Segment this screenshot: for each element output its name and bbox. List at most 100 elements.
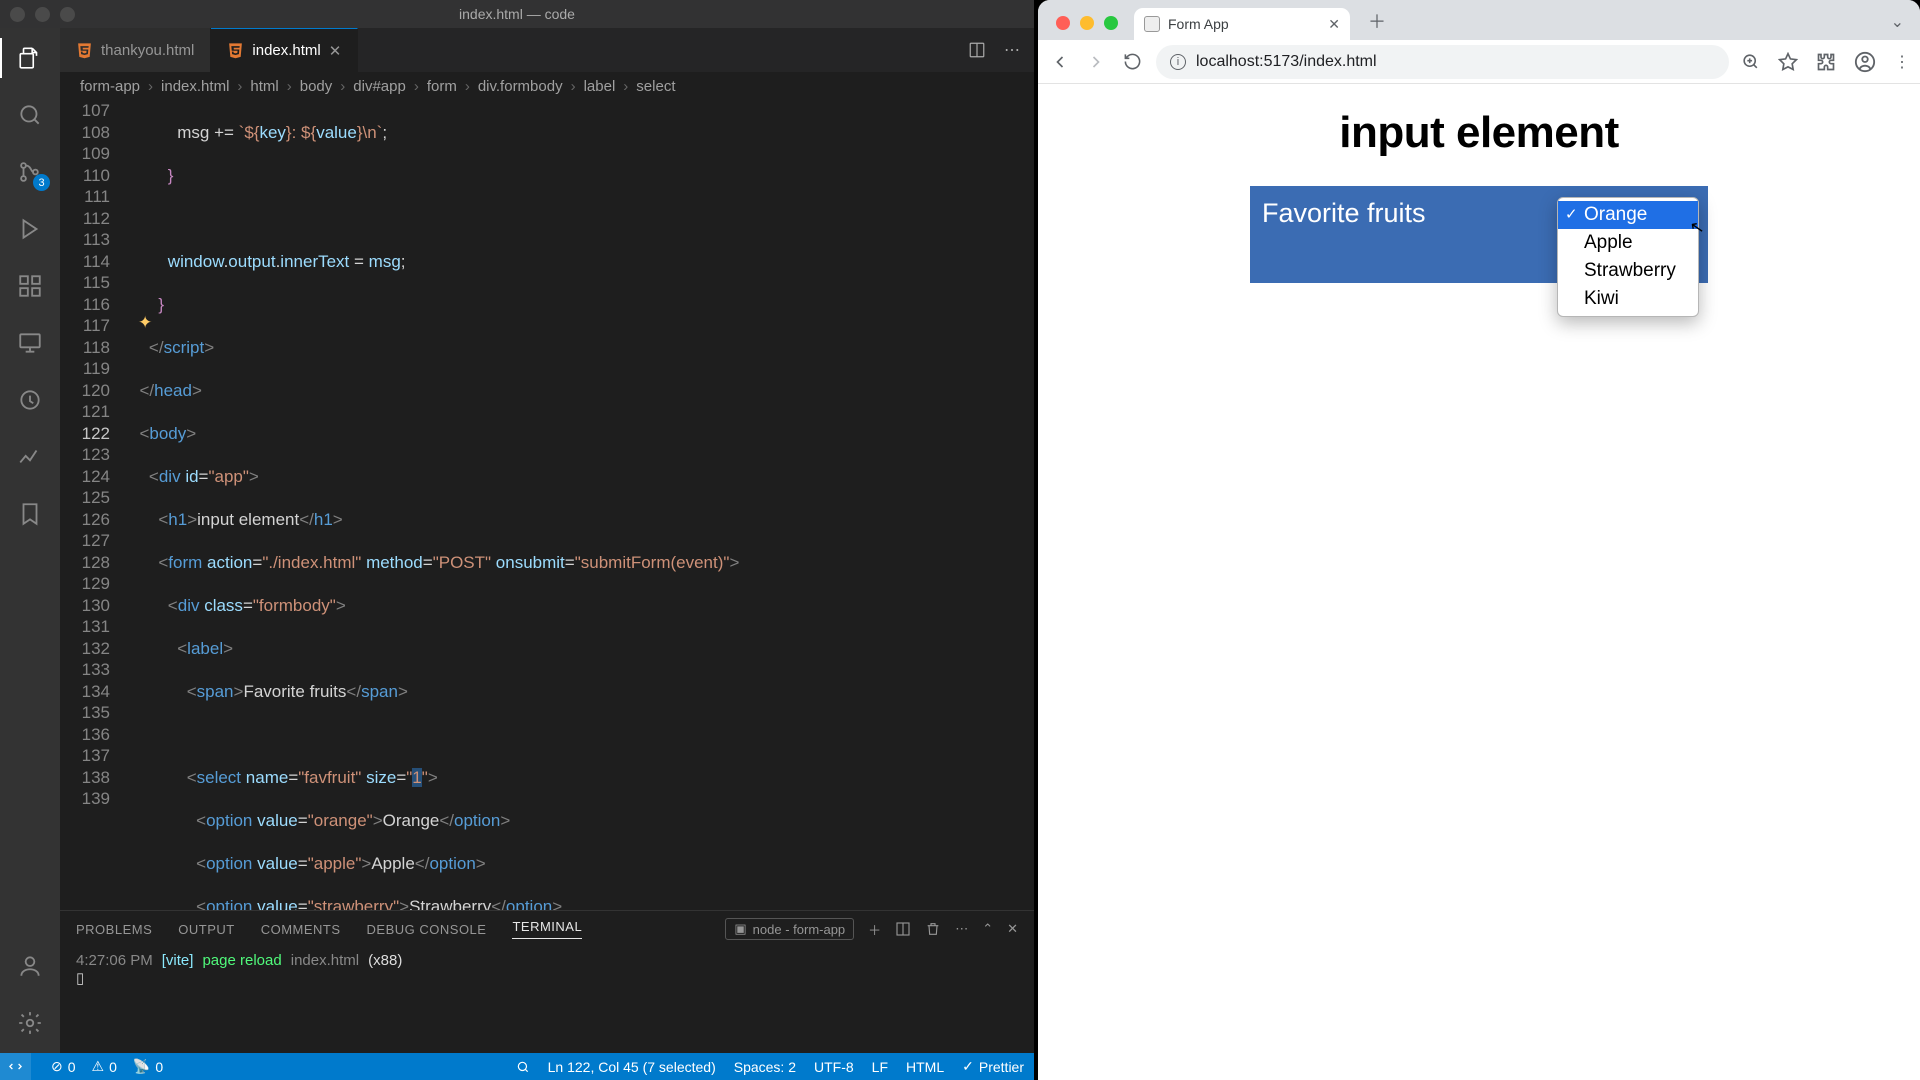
log-msg: page reload: [202, 952, 281, 969]
close-icon[interactable]: ✕: [1328, 16, 1340, 33]
chevron-down-icon[interactable]: ⌄: [1875, 12, 1920, 40]
compare-icon[interactable]: [968, 41, 986, 59]
source-control-icon[interactable]: 3: [14, 156, 46, 188]
breadcrumb-item[interactable]: body: [300, 78, 333, 95]
vscode-body: 3: [0, 28, 1034, 1053]
split-terminal-icon[interactable]: [895, 921, 911, 937]
activity-bar: 3: [0, 28, 60, 1053]
explorer-icon[interactable]: [14, 42, 46, 74]
close-dot-icon[interactable]: [1056, 16, 1070, 30]
terminal-panel: PROBLEMS OUTPUT COMMENTS DEBUG CONSOLE T…: [60, 910, 1034, 1053]
breadcrumb-item[interactable]: form-app: [80, 78, 140, 95]
more-icon[interactable]: ⋯: [955, 921, 968, 937]
status-spaces[interactable]: Spaces: 2: [734, 1059, 796, 1075]
log-count: (x88): [368, 952, 402, 969]
panel-tab-comments[interactable]: COMMENTS: [261, 922, 341, 937]
forward-button[interactable]: [1084, 50, 1108, 74]
breadcrumb-item[interactable]: div.formbody: [478, 78, 563, 95]
editor-area: thankyou.html index.html ✕ ⋯ form-app› i…: [60, 28, 1034, 1053]
chrome-traffic-lights[interactable]: [1050, 16, 1126, 40]
extensions-puzzle-icon[interactable]: [1816, 52, 1836, 72]
remote-icon[interactable]: [14, 327, 46, 359]
page-content: input element Favorite fruits Orange App…: [1038, 84, 1920, 1080]
vscode-titlebar: index.html — code: [0, 0, 1034, 28]
tab-index[interactable]: index.html ✕: [211, 28, 358, 72]
trash-icon[interactable]: [925, 921, 941, 937]
breadcrumb-item[interactable]: index.html: [161, 78, 229, 95]
terminal-content[interactable]: 4:27:06 PM [vite] page reload index.html…: [60, 947, 1034, 1053]
status-errors[interactable]: ⊘ 0: [51, 1058, 76, 1075]
terminal-launch-profile[interactable]: ▣ node - form-app: [725, 918, 854, 940]
close-icon[interactable]: ✕: [329, 42, 342, 60]
search-icon[interactable]: [14, 99, 46, 131]
html-file-icon: [227, 42, 244, 59]
toolbar-actions: ⋮: [1741, 51, 1910, 73]
new-tab-button[interactable]: ＋: [1358, 8, 1396, 40]
maximize-dot-icon[interactable]: [60, 7, 75, 22]
bookmark-icon[interactable]: [14, 498, 46, 530]
more-icon[interactable]: ⋯: [1004, 40, 1020, 60]
site-info-icon[interactable]: i: [1170, 54, 1186, 70]
breadcrumb-item[interactable]: label: [584, 78, 616, 95]
breadcrumb-item[interactable]: select: [636, 78, 675, 95]
status-language[interactable]: HTML: [906, 1059, 944, 1075]
status-encoding[interactable]: UTF-8: [814, 1059, 854, 1075]
profile-avatar-icon[interactable]: [1854, 51, 1876, 73]
close-dot-icon[interactable]: [10, 7, 25, 22]
timeline-icon[interactable]: [14, 384, 46, 416]
remote-indicator-icon[interactable]: [0, 1053, 31, 1080]
bookmark-star-icon[interactable]: [1778, 52, 1798, 72]
status-prettier[interactable]: ✓ Prettier: [962, 1058, 1024, 1075]
status-cursor[interactable]: Ln 122, Col 45 (7 selected): [548, 1059, 716, 1075]
form-body: Favorite fruits Orange Apple Strawberry …: [1250, 186, 1708, 283]
breadcrumb[interactable]: form-app› index.html› html› body› div#ap…: [60, 72, 1034, 100]
graph-icon[interactable]: [14, 441, 46, 473]
panel-tab-debug[interactable]: DEBUG CONSOLE: [367, 922, 487, 937]
dropdown-option-orange[interactable]: Orange: [1558, 201, 1698, 229]
log-tag: [vite]: [162, 952, 194, 969]
status-eol[interactable]: LF: [872, 1059, 888, 1075]
select-dropdown[interactable]: Orange Apple Strawberry Kiwi ↖: [1557, 197, 1699, 317]
cursor-icon: ↖: [1688, 217, 1706, 239]
accounts-icon[interactable]: [14, 950, 46, 982]
run-debug-icon[interactable]: [14, 213, 46, 245]
breadcrumb-item[interactable]: html: [250, 78, 278, 95]
dropdown-option-strawberry[interactable]: Strawberry: [1558, 257, 1698, 285]
chrome-tabstrip: Form App ✕ ＋ ⌄: [1038, 0, 1920, 40]
minimize-dot-icon[interactable]: [35, 7, 50, 22]
panel-tabs: PROBLEMS OUTPUT COMMENTS DEBUG CONSOLE T…: [60, 911, 1034, 947]
status-warnings[interactable]: ⚠ 0: [92, 1058, 117, 1075]
address-bar[interactable]: i localhost:5173/index.html: [1156, 45, 1729, 79]
dropdown-option-kiwi[interactable]: Kiwi: [1558, 285, 1698, 313]
line-gutter: 1071081091101111121131141151161171181191…: [60, 100, 130, 910]
extensions-icon[interactable]: [14, 270, 46, 302]
settings-gear-icon[interactable]: [14, 1007, 46, 1039]
panel-tab-output[interactable]: OUTPUT: [178, 922, 234, 937]
zoom-icon[interactable]: [1741, 52, 1760, 71]
terminal-cursor: ▯: [76, 969, 1018, 987]
dropdown-option-apple[interactable]: Apple: [1558, 229, 1698, 257]
back-button[interactable]: [1048, 50, 1072, 74]
maximize-panel-icon[interactable]: ⌃: [982, 921, 993, 937]
search-status-icon[interactable]: [516, 1060, 530, 1074]
close-panel-icon[interactable]: ✕: [1007, 921, 1018, 937]
html-file-icon: [76, 42, 93, 59]
breadcrumb-item[interactable]: div#app: [353, 78, 406, 95]
reload-button[interactable]: [1120, 50, 1144, 74]
panel-tab-problems[interactable]: PROBLEMS: [76, 922, 152, 937]
url-text: localhost:5173/index.html: [1196, 53, 1377, 71]
vscode-title: index.html — code: [459, 6, 575, 22]
vscode-traffic-lights[interactable]: [10, 7, 75, 22]
code-editor[interactable]: ✦ 10710810911011111211311411511611711811…: [60, 100, 1034, 910]
status-ports[interactable]: 📡 0: [133, 1058, 163, 1075]
kebab-menu-icon[interactable]: ⋮: [1894, 52, 1910, 72]
minimize-dot-icon[interactable]: [1080, 16, 1094, 30]
new-terminal-icon[interactable]: ＋: [868, 920, 881, 939]
code-content[interactable]: msg += `${key}: ${value}\n`; } window.ou…: [130, 100, 1034, 910]
panel-tab-terminal[interactable]: TERMINAL: [512, 919, 582, 939]
browser-tab[interactable]: Form App ✕: [1134, 8, 1350, 40]
maximize-dot-icon[interactable]: [1104, 16, 1118, 30]
tab-thankyou[interactable]: thankyou.html: [60, 28, 211, 72]
tab-label: thankyou.html: [101, 42, 194, 59]
breadcrumb-item[interactable]: form: [427, 78, 457, 95]
